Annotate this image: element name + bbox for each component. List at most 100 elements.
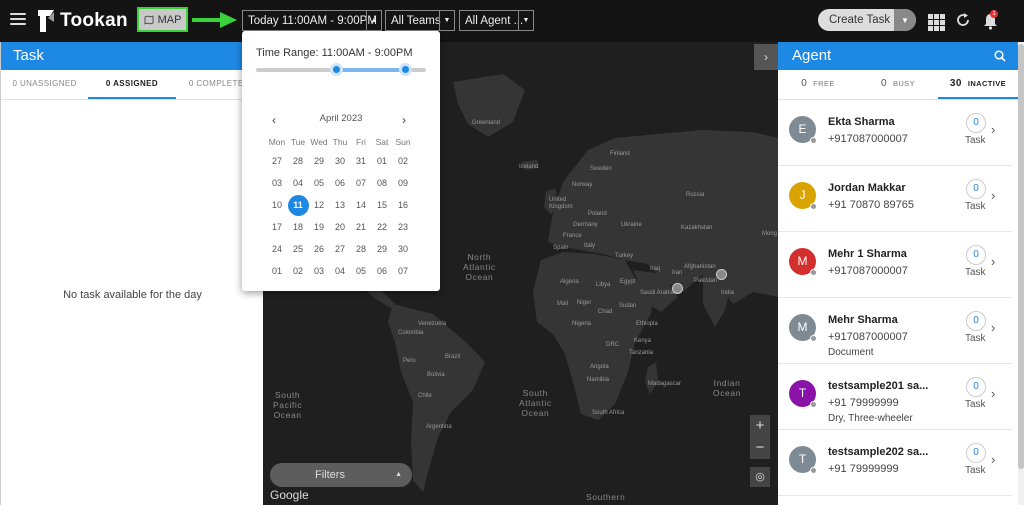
calendar-day[interactable]: 08 [373, 174, 391, 192]
calendar-day[interactable]: 18 [289, 218, 307, 236]
calendar-day[interactable]: 27 [268, 152, 286, 170]
tab-assigned[interactable]: 0 ASSIGNED [88, 70, 176, 99]
calendar-day[interactable]: 03 [310, 262, 328, 280]
chevron-right-icon[interactable]: › [991, 320, 995, 335]
agent-row[interactable]: M Mehr Sharma +917087000007 Document 0 Task › [778, 298, 1012, 364]
calendar-day[interactable]: 29 [373, 240, 391, 258]
calendar-day[interactable]: 12 [310, 196, 328, 214]
calendar-day[interactable]: 09 [394, 174, 412, 192]
create-task-button[interactable]: Create Task ▼ [818, 9, 916, 31]
map-view-button[interactable]: MAP [137, 7, 188, 32]
tab-busy[interactable]: 0 BUSY [858, 70, 938, 99]
tab-inactive[interactable]: 30 INACTIVE [938, 70, 1018, 99]
calendar-day[interactable]: 24 [268, 240, 286, 258]
calendar-day[interactable]: 04 [331, 262, 349, 280]
filters-button[interactable]: Filters ▲ [270, 463, 412, 487]
agent-task-label: Task [965, 267, 986, 278]
calendar-day[interactable]: 28 [352, 240, 370, 258]
grid-icon[interactable] [928, 14, 945, 31]
weekday-label: Fri [356, 137, 366, 147]
calendar-day[interactable]: 06 [373, 262, 391, 280]
time-range-slider[interactable] [256, 63, 426, 76]
agent-map-marker[interactable] [672, 283, 683, 294]
calendar-day-selected[interactable]: 11 [287, 194, 309, 216]
calendar-day[interactable]: 04 [289, 174, 307, 192]
collapse-panel-button[interactable]: › [754, 44, 778, 70]
calendar-day[interactable]: 05 [310, 174, 328, 192]
calendar-day[interactable]: 06 [331, 174, 349, 192]
refresh-icon[interactable] [955, 12, 971, 28]
calendar-day[interactable]: 28 [289, 152, 307, 170]
agent-row[interactable]: J Jordan Makkar +91 70870 89765 0 Task › [778, 166, 1012, 232]
calendar-day[interactable]: 01 [373, 152, 391, 170]
calendar-day[interactable]: 10 [268, 196, 286, 214]
calendar-day[interactable]: 13 [331, 196, 349, 214]
agents-dropdown[interactable]: All Agent ... ▼ [459, 10, 534, 31]
agent-row[interactable]: Ttestsample202 sa... +91 79999999 0 Task › [778, 430, 1012, 496]
chevron-right-icon[interactable]: › [991, 122, 995, 137]
agent-task-label: Task [965, 399, 986, 410]
calendar-day[interactable]: 27 [331, 240, 349, 258]
hamburger-icon[interactable] [10, 13, 26, 26]
chevron-down-icon[interactable]: ▼ [518, 11, 533, 30]
agent-task-count: 0 [966, 179, 986, 199]
zoom-in-button[interactable]: + [750, 415, 770, 437]
chevron-right-icon[interactable]: › [991, 452, 995, 467]
calendar-day[interactable]: 30 [331, 152, 349, 170]
calendar-day[interactable]: 16 [394, 196, 412, 214]
time-range-fill [335, 68, 405, 72]
agent-row[interactable]: Ttestsample201 sa... +91 79999999 Dry, Thr… [778, 364, 1012, 430]
notification-badge: 1 [990, 10, 998, 18]
calendar-day[interactable]: 19 [310, 218, 328, 236]
tab-free[interactable]: 0 FREE [778, 70, 858, 99]
map-label: Sweden [590, 166, 612, 172]
chevron-up-icon[interactable]: ▲ [366, 11, 381, 30]
calendar-day[interactable]: 30 [394, 240, 412, 258]
chevron-right-icon[interactable]: › [991, 386, 995, 401]
calendar-day[interactable]: 03 [268, 174, 286, 192]
ocean-label: Indian Ocean [713, 378, 742, 398]
calendar-day[interactable]: 31 [352, 152, 370, 170]
calendar-day[interactable]: 23 [394, 218, 412, 236]
chevron-right-icon[interactable]: › [991, 188, 995, 203]
agent-map-marker[interactable] [716, 269, 727, 280]
chevron-down-icon[interactable]: ▼ [894, 9, 916, 31]
agent-row[interactable]: E Ekta Sharma +917087000007 0 Task › [778, 100, 1012, 166]
calendar-day[interactable]: 17 [268, 218, 286, 236]
date-range-popup: Time Range: 11:00AM - 9:00PM April 2023 … [242, 31, 440, 291]
calendar-day[interactable]: 20 [331, 218, 349, 236]
agent-phone: +917087000007 [828, 133, 908, 145]
calendar-day[interactable]: 07 [352, 174, 370, 192]
calendar-day[interactable]: 22 [373, 218, 391, 236]
teams-dropdown[interactable]: All Teams ▼ [385, 10, 455, 31]
agent-tabs: 0 FREE 0 BUSY 30 INACTIVE [778, 70, 1018, 100]
calendar-day[interactable]: 05 [352, 262, 370, 280]
slider-start-handle[interactable] [329, 63, 343, 76]
logo[interactable]: Tookan [36, 6, 128, 36]
date-range-dropdown[interactable]: Today 11:00AM - 9:00PM ▲ [242, 10, 382, 31]
calendar-day[interactable]: 26 [310, 240, 328, 258]
chevron-down-icon[interactable]: ▼ [439, 11, 454, 30]
prev-month-icon[interactable]: ‹ [272, 113, 276, 127]
calendar-day[interactable]: 29 [310, 152, 328, 170]
calendar-day[interactable]: 15 [373, 196, 391, 214]
calendar-day[interactable]: 21 [352, 218, 370, 236]
calendar-day[interactable]: 07 [394, 262, 412, 280]
calendar-day[interactable]: 02 [289, 262, 307, 280]
chevron-right-icon[interactable]: › [991, 254, 995, 269]
next-month-icon[interactable]: › [402, 113, 406, 127]
search-icon[interactable] [994, 50, 1006, 62]
calendar-day[interactable]: 25 [289, 240, 307, 258]
agent-name: testsample202 sa... [828, 446, 929, 458]
agent-row[interactable]: M Mehr 1 Sharma +917087000007 0 Task › [778, 232, 1012, 298]
map-label: United Kingdom [549, 197, 573, 210]
calendar-day[interactable]: 01 [268, 262, 286, 280]
agent-list-scrollbar[interactable] [1018, 42, 1024, 505]
calendar-day[interactable]: 02 [394, 152, 412, 170]
map-label: DRC [606, 342, 619, 348]
slider-end-handle[interactable] [398, 63, 412, 76]
calendar-day[interactable]: 14 [352, 196, 370, 214]
tab-unassigned[interactable]: 0 UNASSIGNED [1, 70, 88, 99]
zoom-out-button[interactable]: − [750, 437, 770, 459]
locate-icon[interactable]: ◎ [750, 467, 770, 487]
